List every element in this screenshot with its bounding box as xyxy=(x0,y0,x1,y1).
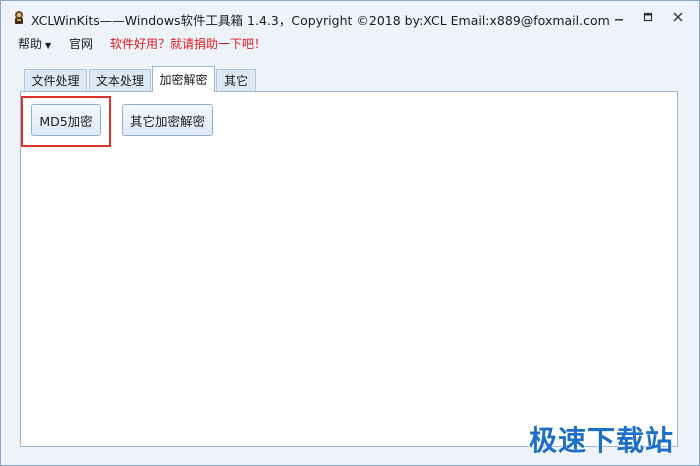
menu-donate[interactable]: 软件好用？就请捐助一下吧！ xyxy=(110,35,266,52)
window-title: XCLWinKits——Windows软件工具箱 1.4.3，Copyright… xyxy=(31,13,610,28)
minimize-button[interactable] xyxy=(606,8,632,26)
app-window: XCLWinKits——Windows软件工具箱 1.4.3，Copyright… xyxy=(0,0,700,466)
minimize-icon xyxy=(615,19,623,21)
chevron-down-icon: ▼ xyxy=(45,41,52,50)
highlight-box xyxy=(21,96,111,147)
menu-help[interactable]: 帮助 ▼ xyxy=(18,35,51,52)
tab-other[interactable]: 其它 xyxy=(216,69,256,91)
tab-content-panel xyxy=(20,91,678,447)
app-icon xyxy=(15,11,23,24)
title-bar[interactable]: XCLWinKits——Windows软件工具箱 1.4.3，Copyright… xyxy=(1,1,699,33)
maximize-button[interactable] xyxy=(635,8,661,26)
menu-help-label: 帮助 xyxy=(18,37,43,51)
watermark: 极速下载站 xyxy=(529,424,675,457)
tab-file-processing[interactable]: 文件处理 xyxy=(24,69,87,91)
tab-encrypt-decrypt[interactable]: 加密解密 xyxy=(152,66,215,92)
tab-text-processing[interactable]: 文本处理 xyxy=(89,69,151,91)
maximize-icon xyxy=(643,12,653,22)
close-button[interactable] xyxy=(665,8,691,26)
other-encrypt-decrypt-button[interactable]: 其它加密解密 xyxy=(122,104,213,136)
menu-bar: 帮助 ▼ 官网 软件好用？就请捐助一下吧！ xyxy=(1,33,699,53)
menu-official-site[interactable]: 官网 xyxy=(69,35,93,52)
close-icon xyxy=(673,12,683,22)
